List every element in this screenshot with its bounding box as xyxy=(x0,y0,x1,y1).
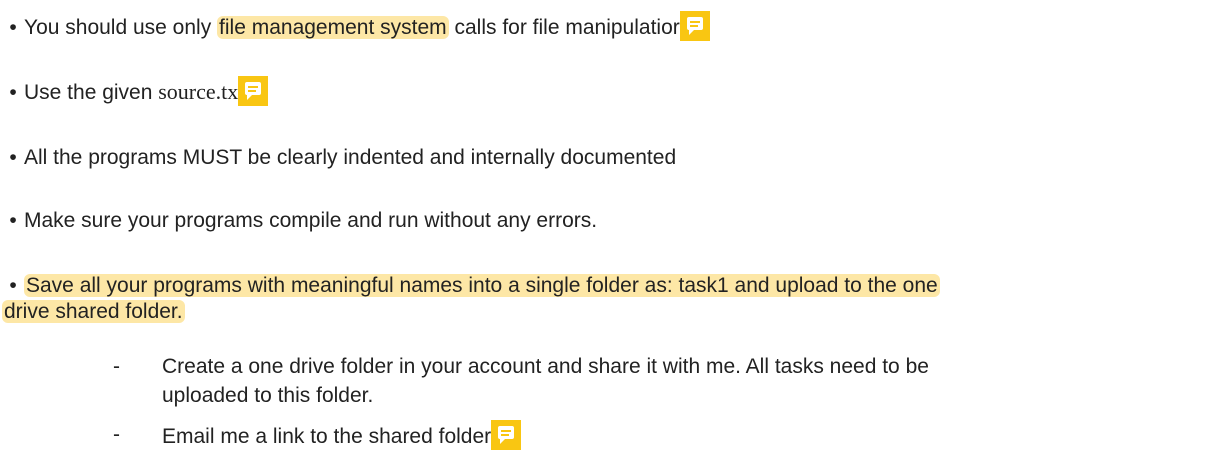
bullet-text: Make sure your programs compile and run … xyxy=(24,209,598,232)
bullet-item-5: • Save all your programs with meaningful … xyxy=(0,273,940,299)
bullet-item-4: • Make sure your programs compile and run… xyxy=(0,208,597,234)
bullet-text-cont: calls for file manipulatior xyxy=(448,16,680,39)
bullet-marker: • xyxy=(9,81,17,104)
highlighted-text[interactable]: file management system xyxy=(217,16,449,39)
bullet-text: Use the given xyxy=(24,81,159,104)
bullet-marker: • xyxy=(9,274,17,297)
bullet-item-5-cont: drive shared folder. xyxy=(2,299,185,325)
filename-text: source.tx xyxy=(158,79,239,104)
highlighted-text[interactable]: Save all your programs with meaningful n… xyxy=(24,274,940,297)
sub-item-text: Email me a link to the shared folder xyxy=(162,420,522,451)
bullet-text: You should use only xyxy=(24,16,218,39)
sub-item-text-cont: uploaded to this folder. xyxy=(162,384,374,407)
highlighted-text-cont[interactable]: drive shared folder. xyxy=(2,300,185,323)
comment-icon[interactable] xyxy=(679,11,710,41)
bullet-marker: • xyxy=(9,16,17,39)
bullet-item-1: • You should use only file management sys… xyxy=(0,11,710,41)
bullet-marker: • xyxy=(9,209,17,232)
sub-item-text: Create a one drive folder in your accoun… xyxy=(162,355,929,378)
comment-icon[interactable] xyxy=(491,420,522,450)
comment-icon[interactable] xyxy=(238,76,269,106)
bullet-marker: • xyxy=(9,146,17,169)
bullet-item-2: • Use the given source.tx xyxy=(0,76,269,106)
dash-marker: - xyxy=(113,355,120,378)
bullet-item-3: • All the programs MUST be clearly indent… xyxy=(0,145,676,171)
sub-item-label: Email me a link to the shared folder xyxy=(162,425,492,448)
dash-marker: - xyxy=(113,423,120,446)
bullet-text: All the programs MUST be clearly indente… xyxy=(24,146,677,169)
